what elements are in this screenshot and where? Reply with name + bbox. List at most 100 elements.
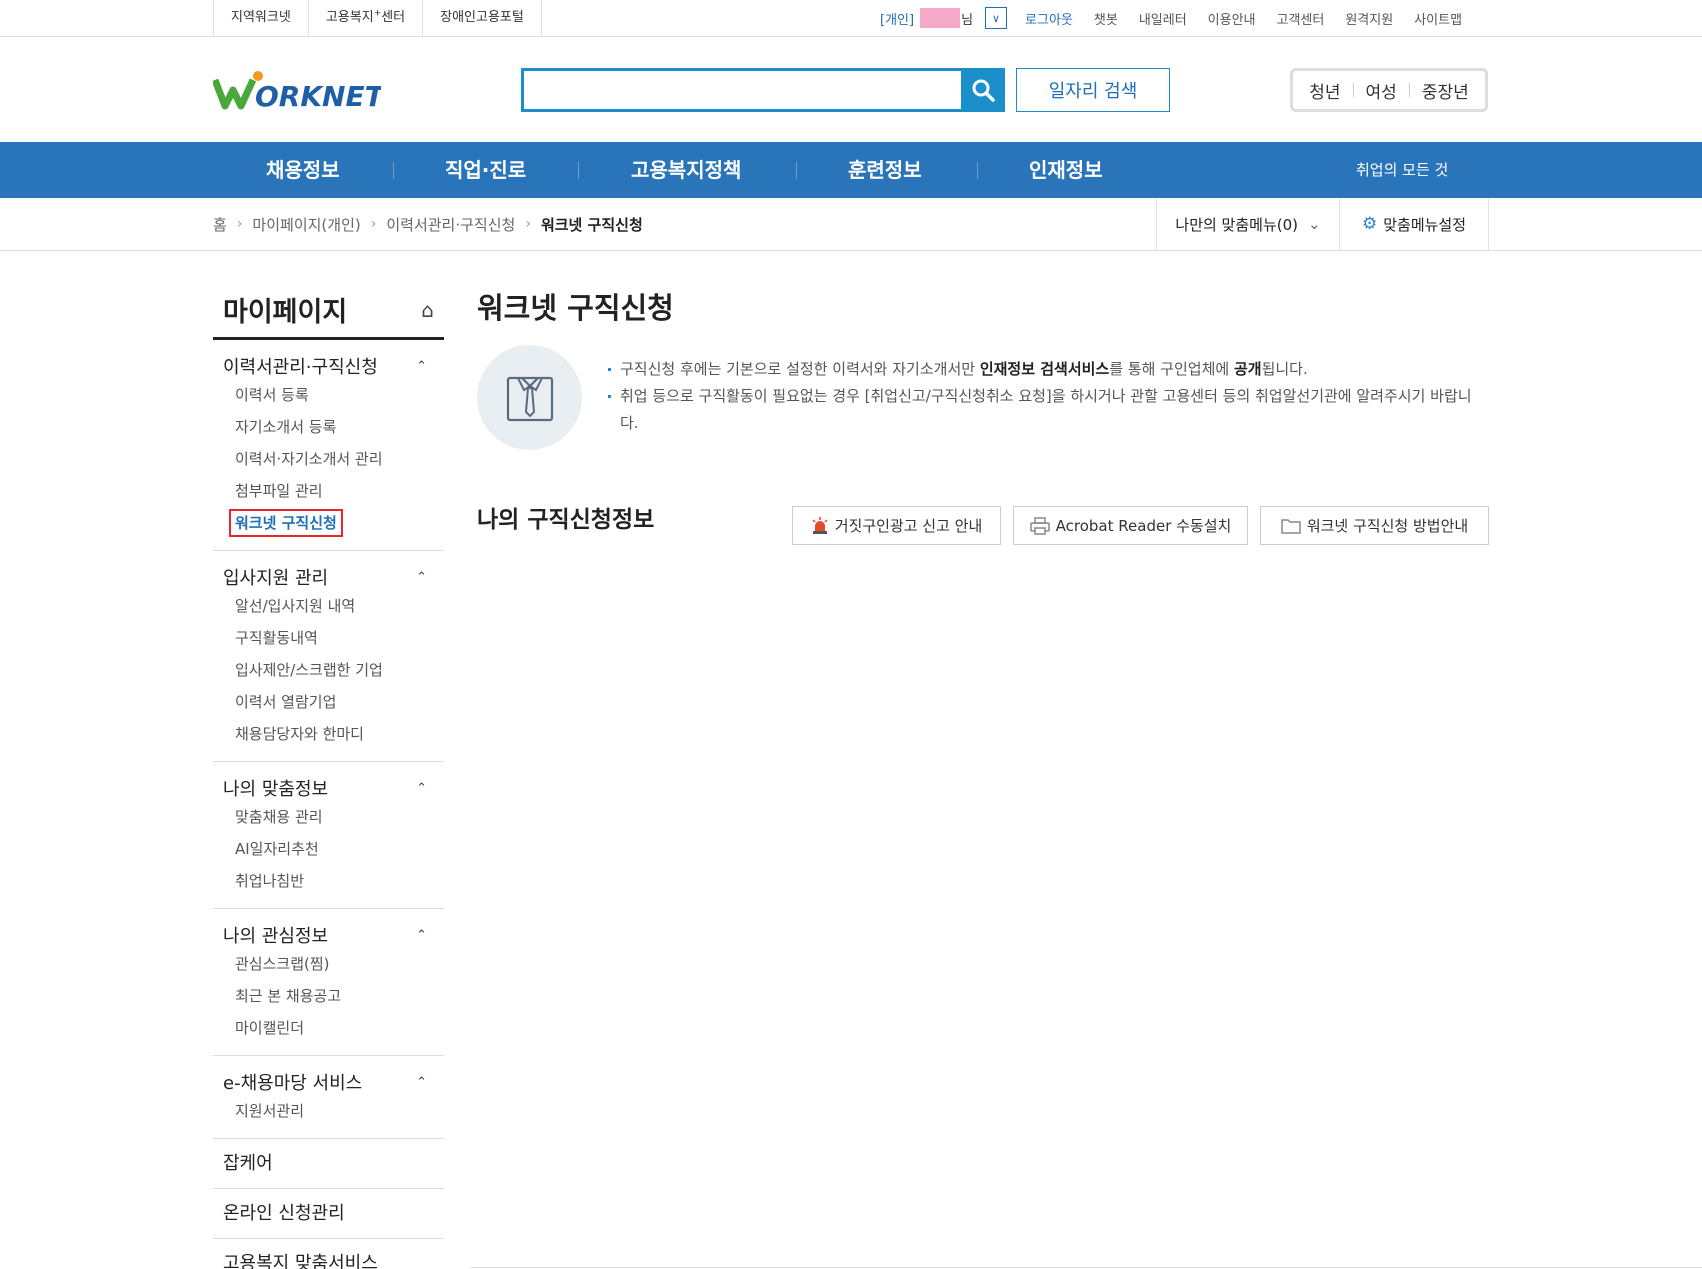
sidebar-group-custom-info: 나의 맞춤정보 ⌃ 맞춤채용 관리 AI일자리추천 취업나침반 <box>213 762 444 909</box>
sidebar-group-title: 나의 관심정보 <box>223 926 329 947</box>
link-guide[interactable]: 이용안내 <box>1208 9 1256 28</box>
breadcrumb-resume[interactable]: 이력서관리·구직신청 <box>386 214 515 235</box>
sidebar-item[interactable]: 지원서관리 <box>213 1095 444 1127</box>
welfare-label: 고용복지 <box>325 10 374 25</box>
sidebar-item[interactable]: 마이캘린더 <box>213 1012 444 1044</box>
nav-talent[interactable]: 인재정보 <box>1029 142 1103 198</box>
nav-all-about-jobs[interactable]: 취업의 모든 것 <box>1356 142 1448 198</box>
worknet-logo-icon: ORKNET <box>211 71 386 113</box>
gear-icon: ⚙ <box>1361 214 1378 234</box>
nav-training[interactable]: 훈련정보 <box>848 142 922 198</box>
target-middle-aged[interactable]: 중장년 <box>1422 78 1469 103</box>
sidebar-title: 마이페이지 <box>223 297 348 328</box>
nav-career[interactable]: 직업·진로 <box>445 142 526 198</box>
sidebar-item[interactable]: AI일자리추천 <box>213 833 444 865</box>
sidebar-group-header[interactable]: 나의 관심정보 ⌃ <box>213 922 444 948</box>
sidebar-group-title: 입사지원 관리 <box>223 568 329 589</box>
link-sitemap[interactable]: 사이트맵 <box>1414 9 1462 28</box>
sidebar-group-resume: 이력서관리·구직신청 ⌃ 이력서 등록 자기소개서 등록 이력서·자기소개서 관리… <box>213 340 444 551</box>
search-icon <box>972 79 995 102</box>
sidebar-item[interactable]: 입사제안/스크랩한 기업 <box>213 654 444 686</box>
search-button[interactable] <box>961 68 1005 112</box>
notice-illustration <box>477 345 582 450</box>
target-women[interactable]: 여성 <box>1366 78 1397 103</box>
search-input[interactable] <box>521 68 962 112</box>
breadcrumb-current: 워크넷 구직신청 <box>540 215 643 234</box>
user-dropdown-button[interactable]: ∨ <box>985 7 1008 29</box>
worknet-logo[interactable]: ORKNET <box>211 70 386 113</box>
sidebar-item-online-apply[interactable]: 온라인 신청관리 <box>213 1189 444 1239</box>
sidebar-group-header[interactable]: 입사지원 관리 ⌃ <box>213 564 444 590</box>
sidebar-item[interactable]: 첨부파일 관리 <box>213 475 444 507</box>
home-icon[interactable]: ⌂ <box>421 298 434 322</box>
sidebar-item-active[interactable]: 워크넷 구직신청 <box>213 507 444 539</box>
sidebar-item[interactable]: 자기소개서 등록 <box>213 411 444 443</box>
notice-list: 구직신청 후에는 기본으로 설정한 이력서와 자기소개서만 인재정보 검색서비스… <box>608 356 1488 437</box>
sidebar-item[interactable]: 이력서 열람기업 <box>213 686 444 718</box>
chevron-down-icon: ∨ <box>992 11 1001 25</box>
sidebar-item[interactable]: 취업나침반 <box>213 865 444 897</box>
notice-item: 구직신청 후에는 기본으로 설정한 이력서와 자기소개서만 인재정보 검색서비스… <box>608 356 1488 383</box>
sidebar-item[interactable]: 알선/입사지원 내역 <box>213 590 444 622</box>
chevron-up-icon: ⌃ <box>416 569 427 585</box>
chevron-right-icon: › <box>370 216 377 232</box>
sidebar-item[interactable]: 관심스크랩(찜) <box>213 948 444 980</box>
chevron-right-icon: › <box>525 216 531 232</box>
sidebar-item[interactable]: 이력서 등록 <box>213 379 444 411</box>
sidebar-group-header[interactable]: 나의 맞춤정보 ⌃ <box>213 775 444 801</box>
notice-text: 를 통해 구인업체에 <box>1109 360 1234 378</box>
divider <box>977 162 978 179</box>
button-label: Acrobat Reader 수동설치 <box>1055 517 1232 535</box>
printer-icon <box>1029 516 1050 535</box>
link-employment-welfare-center[interactable]: 고용복지+센터 <box>307 0 422 36</box>
job-search-button[interactable]: 일자리 검색 <box>1016 68 1170 112</box>
divider <box>796 162 797 179</box>
link-local-worknet[interactable]: 지역워크넷 <box>213 0 308 36</box>
target-group-links: 청년 여성 중장년 <box>1290 68 1488 112</box>
link-disabled-portal[interactable]: 장애인고용포털 <box>422 0 542 36</box>
menu-setting-button[interactable]: ⚙ 맞춤메뉴설정 <box>1340 198 1489 250</box>
breadcrumb-bar: 홈 › 마이페이지(개인) › 이력서관리·구직신청 › 워크넷 구직신청 나만… <box>0 198 1702 251</box>
chevron-up-icon: ⌃ <box>416 780 427 796</box>
nav-recruitment[interactable]: 채용정보 <box>266 142 340 198</box>
chevron-up-icon: ⌃ <box>416 358 427 374</box>
link-chatbot[interactable]: 챗봇 <box>1094 9 1118 28</box>
shirt-icon <box>506 376 553 421</box>
link-customer-center[interactable]: 고객센터 <box>1277 9 1325 28</box>
apply-guide-button[interactable]: 워크넷 구직신청 방법안내 <box>1260 506 1489 545</box>
breadcrumb-mypage[interactable]: 마이페이지(개인) <box>252 214 360 235</box>
notice-text: 구직신청 후에는 기본으로 설정한 이력서와 자기소개서만 <box>620 360 980 378</box>
utility-bar: 지역워크넷 고용복지+센터 장애인고용포털 [개인] 님 ∨ 로그아웃 챗봇 내… <box>0 0 1702 37</box>
divider <box>470 1267 1702 1268</box>
link-remote-support[interactable]: 원격지원 <box>1345 9 1393 28</box>
sidebar-item-jobcare[interactable]: 잡케어 <box>213 1139 444 1189</box>
sidebar-item[interactable]: 최근 본 채용공고 <box>213 980 444 1012</box>
name-suffix: 님 <box>961 12 974 28</box>
divider <box>1352 83 1354 97</box>
target-youth[interactable]: 청년 <box>1309 78 1340 103</box>
chevron-up-icon: ⌃ <box>416 927 427 943</box>
sidebar-item[interactable]: 구직활동내역 <box>213 622 444 654</box>
button-label: 워크넷 구직신청 방법안내 <box>1306 517 1469 535</box>
my-menu-label: 나만의 맞춤메뉴(0) <box>1175 215 1299 234</box>
fake-job-ad-report-button[interactable]: 거짓구인광고 신고 안내 <box>792 506 1001 545</box>
my-menu-dropdown[interactable]: 나만의 맞춤메뉴(0) ⌄ <box>1156 198 1340 250</box>
family-site-links: 지역워크넷 고용복지+센터 장애인고용포털 <box>213 0 542 36</box>
acrobat-install-button[interactable]: Acrobat Reader 수동설치 <box>1013 506 1248 545</box>
account-type: [개인] <box>880 12 915 28</box>
link-newsletter[interactable]: 내일레터 <box>1139 9 1187 28</box>
logout-link[interactable]: 로그아웃 <box>1025 9 1073 28</box>
nav-welfare-policy[interactable]: 고용복지정책 <box>631 142 741 198</box>
notice-item: 취업 등으로 구직활동이 필요없는 경우 [취업신고/구직신청취소 요청]을 하… <box>608 383 1488 437</box>
page-title: 워크넷 구직신청 <box>477 291 674 325</box>
notice-emphasis: 인재정보 검색서비스 <box>979 360 1110 378</box>
breadcrumb-home[interactable]: 홈 <box>213 214 227 235</box>
sidebar-item[interactable]: 채용담당자와 한마디 <box>213 718 444 750</box>
sidebar-group-title: 나의 맞춤정보 <box>223 779 329 800</box>
sidebar-group-header[interactable]: 이력서관리·구직신청 ⌃ <box>213 353 444 379</box>
sidebar-item-welfare-service[interactable]: 고용복지 맞춤서비스 <box>213 1239 444 1269</box>
svg-text:ORKNET: ORKNET <box>255 80 381 112</box>
sidebar-item[interactable]: 이력서·자기소개서 관리 <box>213 443 444 475</box>
sidebar-group-header[interactable]: e-채용마당 서비스 ⌃ <box>213 1069 444 1095</box>
sidebar-item[interactable]: 맞춤채용 관리 <box>213 801 444 833</box>
